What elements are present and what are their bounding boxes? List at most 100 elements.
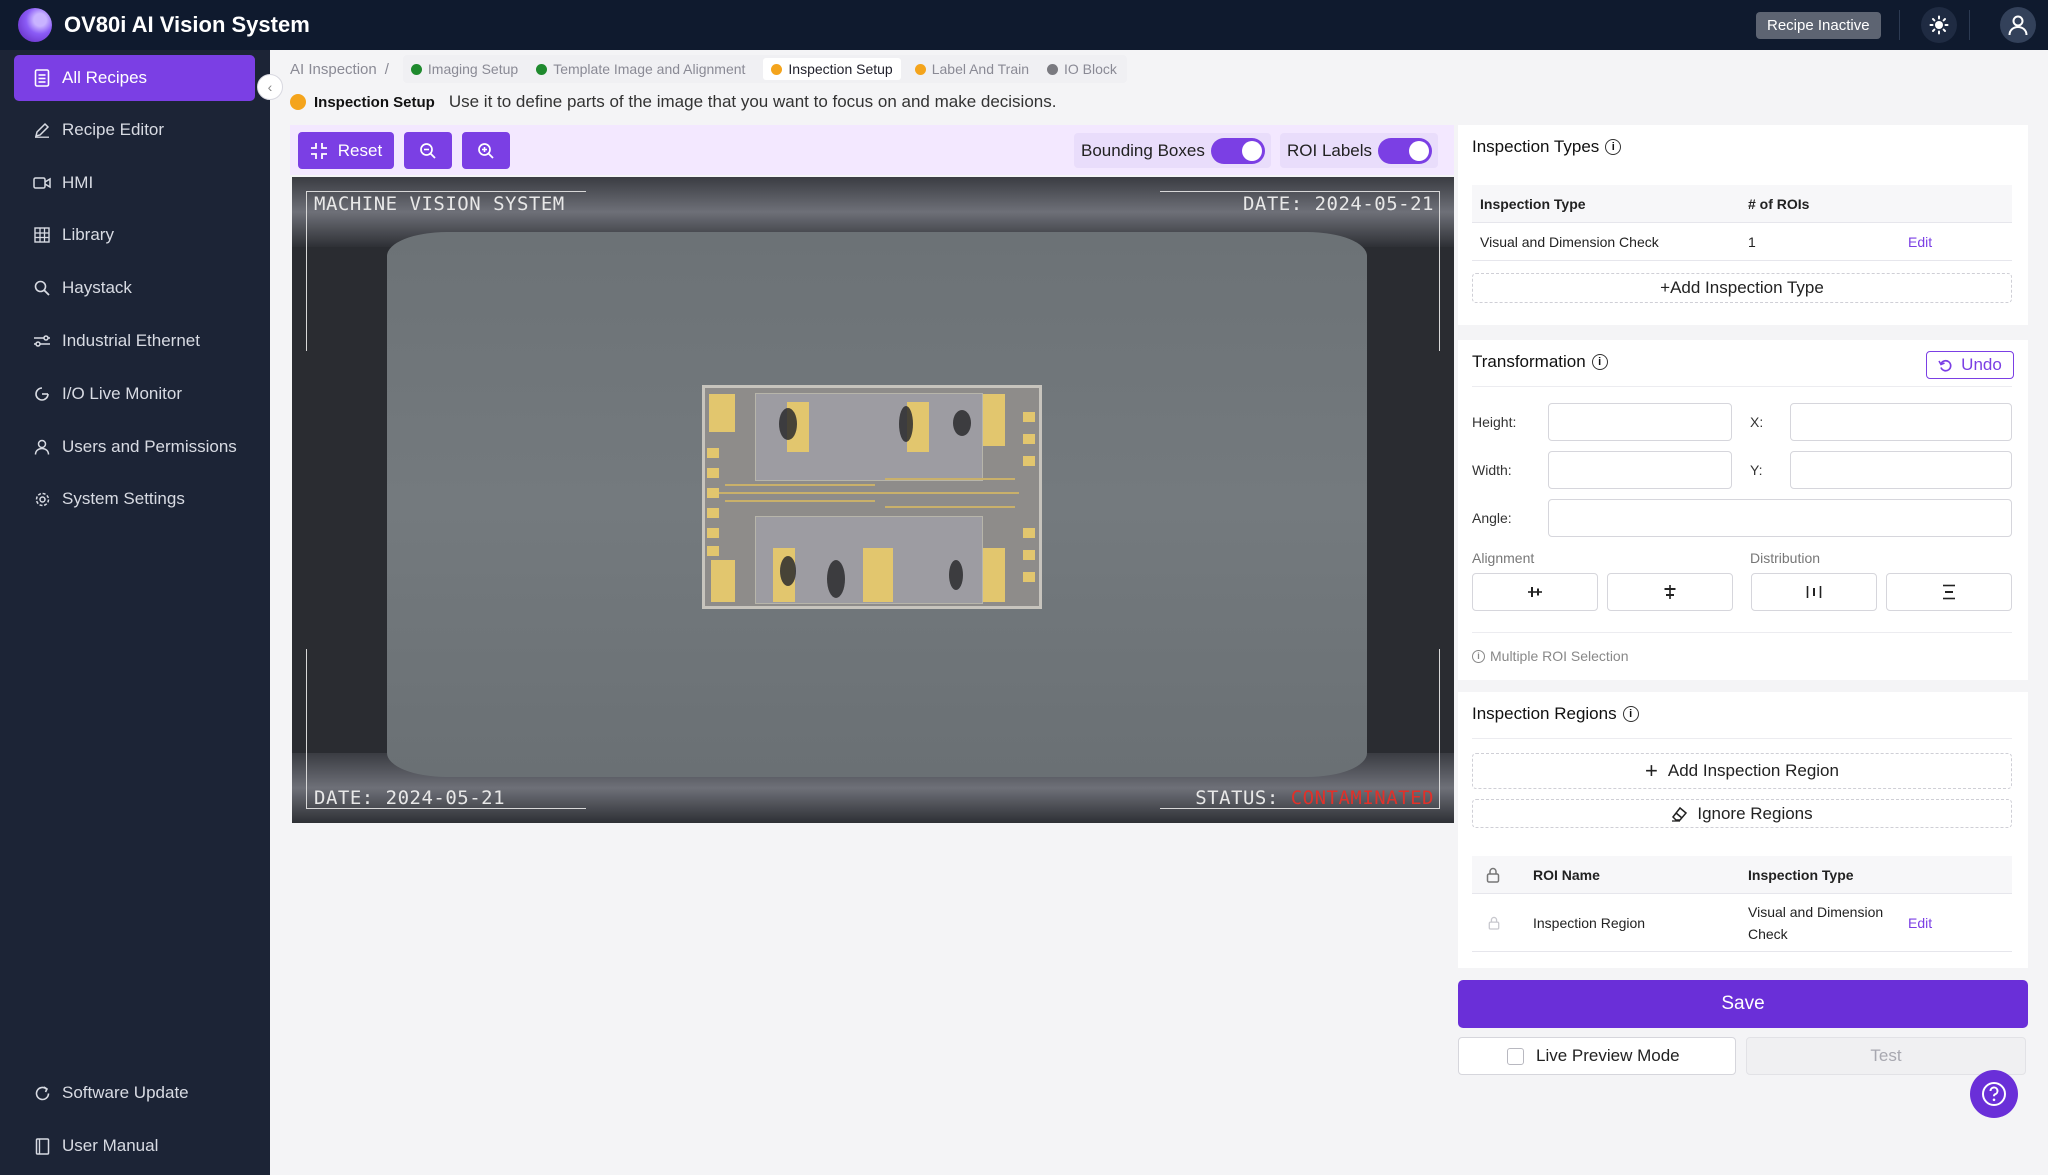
angle-label: Angle: bbox=[1472, 510, 1512, 526]
page-description: Use it to define parts of the image that… bbox=[448, 92, 1057, 111]
x-field[interactable] bbox=[1790, 403, 2012, 441]
align-horizontal-center-button[interactable] bbox=[1472, 573, 1598, 611]
book-icon bbox=[32, 1136, 52, 1156]
bounding-boxes-toggle-group: Bounding Boxes bbox=[1074, 133, 1271, 168]
add-inspection-region-button[interactable]: + Add Inspection Region bbox=[1472, 753, 2012, 789]
gold-pad bbox=[707, 468, 719, 478]
step-list: Imaging Setup Template Image and Alignme… bbox=[402, 55, 1127, 83]
y-field[interactable] bbox=[1790, 451, 2012, 489]
video-icon bbox=[32, 173, 52, 193]
viewfinder-corner bbox=[306, 191, 586, 351]
ignore-regions-button[interactable]: Ignore Regions bbox=[1472, 799, 2012, 828]
bounding-boxes-switch[interactable] bbox=[1210, 137, 1265, 164]
panel-title-text: Inspection Regions bbox=[1472, 704, 1617, 723]
contamination-spot bbox=[949, 560, 963, 590]
sidebar-item-label: Users and Permissions bbox=[62, 437, 237, 456]
reset-button[interactable]: Reset bbox=[298, 132, 394, 169]
gold-pad bbox=[707, 528, 719, 538]
info-icon[interactable]: i bbox=[1605, 139, 1622, 155]
step-label-and-train[interactable]: Label And Train bbox=[914, 61, 1029, 77]
viewfinder-corner bbox=[306, 649, 586, 809]
lock-icon[interactable] bbox=[1488, 894, 1500, 951]
panel-title-text: Transformation bbox=[1472, 352, 1586, 371]
undo-label: Undo bbox=[1961, 355, 2002, 374]
roi-name: Inspection Region bbox=[1533, 914, 1646, 931]
live-preview-mode-toggle[interactable]: Live Preview Mode bbox=[1458, 1037, 1736, 1075]
sidebar-item-hmi[interactable]: HMI bbox=[14, 160, 255, 206]
viewfinder-corner bbox=[1160, 649, 1440, 809]
step-label: Template Image and Alignment bbox=[553, 61, 746, 77]
add-inspection-region-label: Add Inspection Region bbox=[1667, 761, 1839, 780]
edit-roi-link[interactable]: Edit bbox=[1908, 894, 1932, 951]
distribute-vertical-button[interactable] bbox=[1886, 573, 2012, 611]
gold-pad bbox=[1023, 528, 1035, 538]
sidebar-item-system-settings[interactable]: System Settings bbox=[14, 476, 255, 522]
sidebar-item-library[interactable]: Library bbox=[14, 212, 255, 258]
sidebar-item-user-manual[interactable]: User Manual bbox=[14, 1123, 255, 1169]
distribute-horizontal-button[interactable] bbox=[1751, 573, 1877, 611]
sidebar-item-haystack[interactable]: Haystack bbox=[14, 265, 255, 311]
transformation-panel: Transformation i Undo Height: X: Width: Y… bbox=[1458, 340, 2028, 680]
status-dot bbox=[1047, 63, 1059, 75]
width-label: Width: bbox=[1472, 462, 1512, 478]
table-row[interactable]: Inspection Region Visual and Dimension C… bbox=[1472, 894, 2012, 952]
add-inspection-type-button[interactable]: +Add Inspection Type bbox=[1472, 273, 2012, 303]
sidebar-item-industrial-ethernet[interactable]: Industrial Ethernet bbox=[14, 318, 255, 364]
step-imaging-setup[interactable]: Imaging Setup bbox=[410, 61, 518, 77]
width-field[interactable] bbox=[1548, 451, 1732, 489]
inspection-image-viewer[interactable]: MACHINE VISION SYSTEM DATE: 2024-05-21 D… bbox=[292, 177, 1454, 823]
gold-pad bbox=[711, 560, 735, 602]
gold-pad bbox=[1023, 412, 1035, 422]
transformation-title: Transformation i bbox=[1472, 352, 1608, 372]
undo-button[interactable]: Undo bbox=[1926, 351, 2014, 379]
height-field[interactable] bbox=[1548, 403, 1732, 441]
theme-toggle-button[interactable] bbox=[1921, 7, 1957, 43]
column-header: Inspection Type bbox=[1748, 866, 1854, 883]
app-title: OV80i AI Vision System bbox=[64, 12, 310, 37]
info-icon: i bbox=[1472, 649, 1485, 663]
edit-inspection-type-link[interactable]: Edit bbox=[1908, 223, 1932, 260]
status-dot bbox=[290, 94, 306, 110]
step-io-block[interactable]: IO Block bbox=[1047, 61, 1117, 77]
angle-field[interactable] bbox=[1548, 499, 2012, 537]
info-icon[interactable]: i bbox=[1591, 354, 1608, 370]
roi-labels-switch[interactable] bbox=[1378, 137, 1433, 164]
sidebar-item-io-live-monitor[interactable]: I/O Live Monitor bbox=[14, 371, 255, 417]
inspection-type-name: Visual and Dimension Check bbox=[1480, 233, 1659, 250]
sidebar-item-all-recipes[interactable]: All Recipes bbox=[14, 55, 255, 101]
divider bbox=[1472, 386, 2012, 387]
step-label: Inspection Setup bbox=[788, 61, 893, 77]
sun-icon bbox=[1929, 15, 1949, 35]
y-label: Y: bbox=[1750, 462, 1763, 478]
panel-title-text: Inspection Types bbox=[1472, 137, 1600, 156]
roi-inspection-type: Visual and Dimension Check bbox=[1748, 903, 1884, 942]
top-bar: OV80i AI Vision System Recipe Inactive bbox=[0, 0, 2048, 50]
step-inspection-setup[interactable]: Inspection Setup bbox=[763, 58, 901, 80]
breadcrumb-root[interactable]: AI Inspection bbox=[290, 61, 377, 78]
sidebar: All Recipes Recipe Editor HMI Library Ha… bbox=[0, 50, 270, 1175]
sidebar-item-users-and-permissions[interactable]: Users and Permissions bbox=[14, 424, 255, 470]
live-preview-checkbox[interactable] bbox=[1507, 1047, 1524, 1065]
sidebar-item-software-update[interactable]: Software Update bbox=[14, 1070, 255, 1116]
sidebar-collapse-button[interactable]: ‹ bbox=[257, 74, 283, 100]
sidebar-item-recipe-editor[interactable]: Recipe Editor bbox=[14, 107, 255, 153]
info-icon[interactable]: i bbox=[1622, 706, 1639, 722]
gold-pad bbox=[707, 508, 719, 518]
zoom-out-button[interactable] bbox=[404, 132, 452, 169]
step-template-image-and-alignment[interactable]: Template Image and Alignment bbox=[536, 61, 745, 77]
inspection-types-panel: Inspection Types i Inspection Type # of R… bbox=[1458, 125, 2028, 325]
plus-icon: + bbox=[1645, 758, 1658, 783]
gold-pad bbox=[709, 394, 735, 432]
contamination-spot bbox=[780, 556, 796, 586]
save-button[interactable]: Save bbox=[1458, 980, 2028, 1028]
help-button[interactable] bbox=[1970, 1070, 2018, 1118]
zoom-in-button[interactable] bbox=[462, 132, 510, 169]
chip-trace bbox=[885, 478, 1015, 480]
distribute-vertical-icon bbox=[1943, 584, 1955, 600]
user-menu-button[interactable] bbox=[2000, 7, 2036, 43]
sidebar-item-label: Haystack bbox=[62, 278, 132, 297]
height-label: Height: bbox=[1472, 414, 1517, 430]
align-vertical-center-button[interactable] bbox=[1607, 573, 1733, 611]
test-button[interactable]: Test bbox=[1746, 1037, 2026, 1075]
contamination-spot bbox=[779, 408, 797, 440]
